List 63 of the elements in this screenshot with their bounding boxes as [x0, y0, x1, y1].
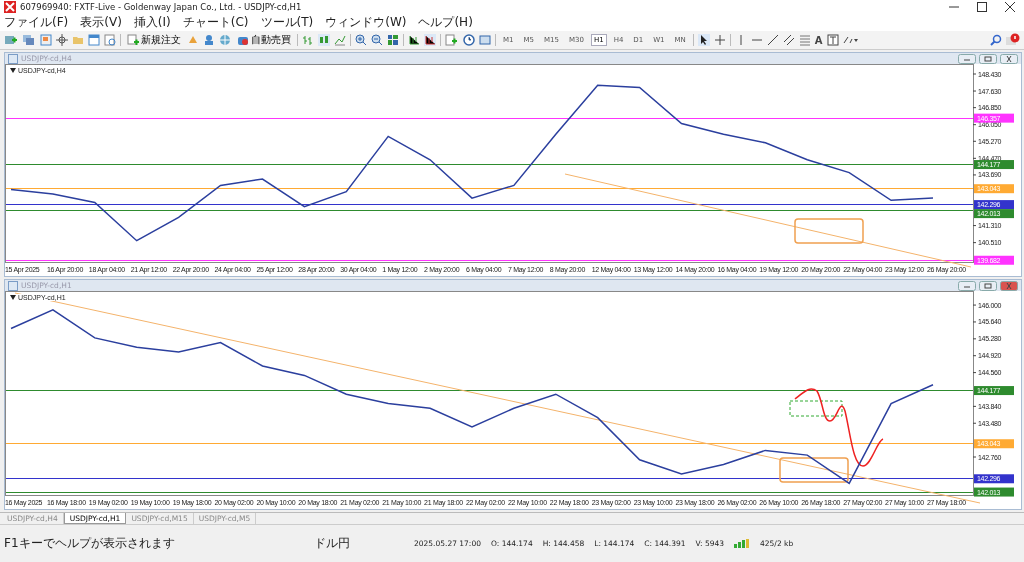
close-icon[interactable]: [1000, 280, 1018, 291]
plus-document-icon: [127, 34, 139, 46]
globe-icon[interactable]: [219, 34, 231, 46]
trend-line[interactable]: [564, 173, 972, 268]
menu-item[interactable]: ヘルプ(H): [418, 14, 473, 31]
price-level-line[interactable]: [5, 491, 974, 493]
candlestick-icon[interactable]: [318, 34, 330, 46]
support-zone-rectangle[interactable]: [789, 400, 843, 417]
notification-icon[interactable]: [1006, 33, 1020, 47]
strategy-tester-icon[interactable]: [104, 34, 116, 46]
profiles-icon[interactable]: [22, 34, 36, 46]
restore-icon[interactable]: [979, 53, 997, 64]
status-help-text: F1キーでヘルプが表示されます: [4, 535, 176, 552]
auto-trading-button[interactable]: 自動売買: [235, 33, 293, 47]
price-level-line[interactable]: [5, 204, 974, 206]
crosshair-icon[interactable]: [713, 34, 726, 46]
menu-item[interactable]: ウィンドウ(W): [325, 14, 407, 31]
people-icon[interactable]: [203, 34, 215, 46]
price-level-line[interactable]: [5, 390, 974, 392]
bar-chart-icon[interactable]: [302, 34, 314, 46]
text-label-icon[interactable]: [826, 34, 839, 46]
menu-item[interactable]: ファイル(F): [4, 14, 69, 31]
indicator-icon[interactable]: [445, 34, 459, 46]
close-icon[interactable]: [1000, 53, 1018, 64]
maximize-icon[interactable]: [976, 1, 988, 13]
chart-shift-icon[interactable]: [408, 34, 420, 46]
text-tool[interactable]: A: [814, 34, 823, 46]
new-order-button[interactable]: 新規注文: [125, 33, 183, 47]
price-level-line[interactable]: [5, 188, 974, 190]
crosshair-icon[interactable]: [56, 34, 68, 46]
template-icon[interactable]: [479, 34, 491, 46]
projection-drawing[interactable]: [794, 388, 884, 467]
auto-scroll-icon[interactable]: [424, 34, 436, 46]
minimize-icon[interactable]: [958, 53, 976, 64]
channel-icon[interactable]: [782, 34, 795, 46]
zoom-in-icon[interactable]: [355, 34, 367, 46]
trendline-icon[interactable]: [766, 34, 779, 46]
price-level-line[interactable]: [5, 210, 974, 212]
arrows-dropdown-icon[interactable]: [842, 34, 859, 46]
window-title: 607969940: FXTF-Live - Goldenway Japan Co., Ltd. - USDJPY-cd,H1: [20, 2, 302, 12]
close-icon[interactable]: [1004, 1, 1016, 13]
menu-item[interactable]: 表示(V): [80, 14, 122, 31]
minimize-icon[interactable]: [958, 280, 976, 291]
status-profile: ドル円: [314, 535, 351, 552]
market-watch-icon[interactable]: [40, 34, 52, 46]
dropdown-triangle-icon[interactable]: [10, 68, 16, 73]
connection-icon: [734, 539, 751, 548]
target-zone-rectangle[interactable]: [779, 457, 849, 483]
tile-windows-icon[interactable]: [387, 34, 399, 46]
window-icon[interactable]: [88, 34, 100, 46]
line-chart-icon[interactable]: [334, 34, 346, 46]
dropdown-triangle-icon[interactable]: [10, 295, 16, 300]
menu-item[interactable]: 挿入(I): [133, 14, 171, 31]
price-level-line[interactable]: [5, 164, 974, 166]
menu-item[interactable]: チャート(C): [182, 14, 249, 31]
cursor-icon[interactable]: [697, 34, 710, 46]
search-icon[interactable]: [990, 34, 1002, 46]
menu-item[interactable]: ツール(T): [260, 14, 314, 31]
zoom-out-icon[interactable]: [371, 34, 383, 46]
price-level-line[interactable]: [5, 478, 974, 480]
robot-icon: [237, 34, 249, 46]
new-chart-icon[interactable]: [4, 34, 18, 46]
clock-icon[interactable]: [463, 34, 475, 46]
